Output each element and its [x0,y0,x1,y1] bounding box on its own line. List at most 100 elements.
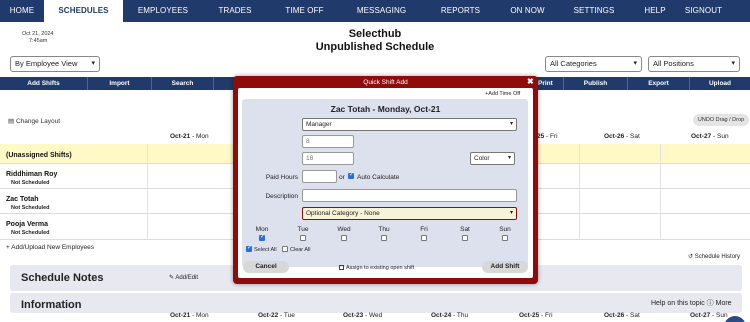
employee-status: Not Scheduled [11,180,50,186]
end-time-input[interactable]: 18 [302,152,354,165]
nav-time-off[interactable]: TIME OFF [267,0,342,22]
select-all-checkbox[interactable] [246,244,252,252]
nav-employees[interactable]: EMPLOYEES [123,0,203,22]
import-button[interactable]: Import [88,77,152,90]
change-layout-label: Change Layout [15,118,61,125]
day-header-sun: Oct-27 - Sun [691,133,729,140]
plus-icon: + [6,244,10,251]
layout-icon: ▤ [8,118,15,125]
category-value: Optional Category - None [306,210,380,217]
page-subtitle: Unpublished Schedule [315,41,435,53]
assign-open-shift-option[interactable]: Assign to existing open shift [339,265,414,271]
chevron-down-icon: ▾ [507,155,511,161]
category-select-value: All Categories [550,59,597,68]
weekday-checkbox-tue[interactable] [300,235,306,241]
employee-status: Not Scheduled [11,205,50,211]
weekday-label: Mon [255,226,269,233]
nav-schedules[interactable]: SCHEDULES [44,0,123,22]
chevron-down-icon: ▾ [633,60,637,67]
weekday-checkbox-mon[interactable] [259,233,265,241]
schedule-notes-title: Schedule Notes [21,272,104,284]
publish-button[interactable]: Publish [564,77,628,90]
change-layout-link[interactable]: ▤ Change Layout [8,117,60,125]
nav-messaging[interactable]: MESSAGING [342,0,421,22]
add-edit-notes-link[interactable]: ✎ Add/Edit [169,274,198,281]
clear-all-checkbox[interactable] [282,246,288,252]
pencil-icon: ✎ [169,275,175,281]
close-icon[interactable]: ✖ [527,77,534,86]
bottom-day-header: Oct-23 - Wed [343,312,383,319]
grid-divider [579,144,580,240]
shift-title: Zac Totah - Monday, Oct-21 [330,104,441,114]
description-input[interactable] [302,189,517,202]
category-select[interactable]: All Categories ▾ [545,56,642,72]
upload-button[interactable]: Upload [690,77,750,90]
add-upload-label: Add/Upload New Employees [11,244,94,251]
weekday-checkbox-thu[interactable] [381,235,387,241]
day-header-fri: 25 - Fri [537,133,558,140]
employee-name[interactable]: Zac Totah [6,196,39,203]
unassigned-label: (Unassigned Shifts) [6,152,72,159]
undo-drag-drop-button[interactable]: UNDO Drag / Drop [693,114,749,126]
auto-calculate-checkbox[interactable] [348,171,354,179]
checkbox-icon [339,265,344,270]
paid-hours-label: Paid Hours [265,174,298,181]
chevron-down-icon: ▾ [509,210,513,216]
weekday-checkbox-fri[interactable] [421,235,427,241]
grid-divider [660,144,661,240]
page-title: Selecthub [348,28,402,40]
view-select-value: By Employee View [15,59,78,68]
paid-hours-input[interactable] [302,170,337,183]
add-shifts-button[interactable]: Add Shifts [0,77,88,90]
weekday-label: Sun [499,226,511,233]
color-value: Color [474,155,490,162]
position-select-field[interactable]: Manager ▾ [302,118,517,131]
schedule-history-label: Schedule History [694,254,741,260]
nav-trades[interactable]: TRADES [203,0,267,22]
top-nav: HOME SCHEDULES EMPLOYEES TRADES TIME OFF… [0,0,750,22]
weekday-label: Fri [420,226,428,233]
export-button[interactable]: Export [628,77,690,90]
information-panel [10,293,742,313]
employee-name[interactable]: Pooja Verma [6,221,48,228]
start-time-input[interactable]: 8 [302,135,354,148]
nav-signout[interactable]: SIGNOUT [677,0,730,22]
nav-reports[interactable]: REPORTS [421,0,500,22]
auto-calculate-label: Auto Calculate [357,174,400,181]
add-upload-employees-link[interactable]: + Add/Upload New Employees [6,244,94,251]
history-icon: ↺ [688,254,694,260]
info-icon: ⓘ [706,300,714,307]
color-select[interactable]: Color ▾ [470,152,515,165]
app-root: HOME SCHEDULES EMPLOYEES TRADES TIME OFF… [0,0,750,322]
weekday-label: Sat [460,226,470,233]
add-time-off-link[interactable]: +Add Time Off [485,91,520,97]
category-select-field[interactable]: Optional Category - None ▾ [302,207,517,220]
employee-name[interactable]: Riddhiman Roy [6,171,57,178]
position-select-value: All Positions [653,59,694,68]
weekday-label: Thu [378,226,390,233]
position-select[interactable]: All Positions ▾ [648,56,740,72]
schedule-history-link[interactable]: ↺ Schedule History [688,253,740,260]
nav-home[interactable]: HOME [0,0,44,22]
help-topic-link[interactable]: Help on this topic ⓘ More [651,298,732,308]
add-edit-label: Add/Edit [175,275,199,281]
weekday-checkbox-wed[interactable] [341,235,347,241]
bottom-day-header: Oct-21 - Mon [170,312,209,319]
select-all-label: Select All [254,247,277,253]
weekday-checkbox-sat[interactable] [462,235,468,241]
position-value: Manager [306,121,332,128]
bottom-day-header: Oct-25 - Fri [519,312,553,319]
employee-status: Not Scheduled [11,230,50,236]
nav-help[interactable]: HELP [633,0,677,22]
view-select[interactable]: By Employee View ▾ [10,56,100,72]
add-shift-button[interactable]: Add Shift [482,261,528,273]
weekday-label: Wed [337,226,351,233]
nav-on-now[interactable]: ON NOW [500,0,555,22]
bottom-day-header: Oct-24 - Thu [431,312,469,319]
nav-settings[interactable]: SETTINGS [555,0,633,22]
search-button[interactable]: Search [152,77,214,90]
clear-all-label: Clear All [290,247,311,253]
add-time-off-label: Add Time Off [488,91,521,97]
weekday-checkbox-sun[interactable] [502,235,508,241]
cancel-button[interactable]: Cancel [243,261,289,273]
